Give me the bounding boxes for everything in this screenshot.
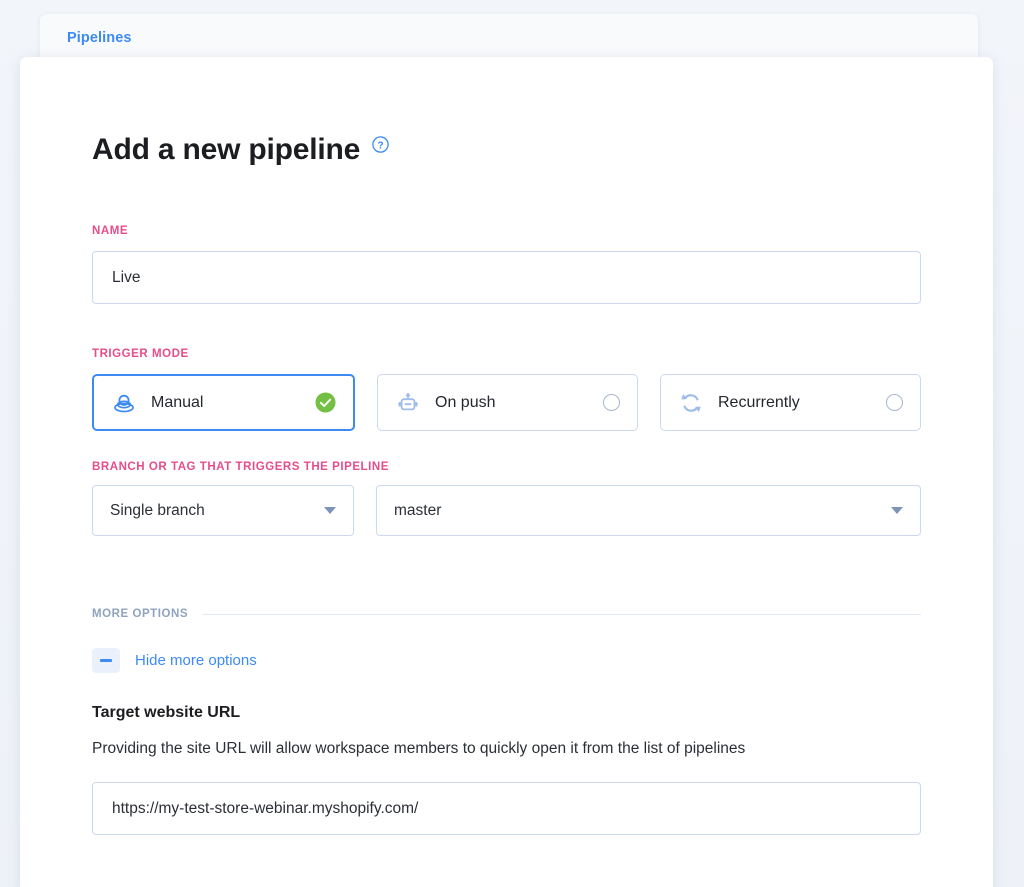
branch-field-group: BRANCH OR TAG THAT TRIGGERS THE PIPELINE…	[92, 461, 921, 536]
trigger-mode-label: TRIGGER MODE	[92, 348, 189, 360]
target-website-input[interactable]	[92, 782, 921, 836]
page-header: Add a new pipeline ?	[92, 135, 921, 165]
branch-name-select[interactable]: master	[376, 485, 921, 536]
trigger-mode-options: Manual On push Recurrently	[92, 374, 921, 431]
add-pipeline-card: Add a new pipeline ? NAME TRIGGER MODE	[20, 57, 993, 887]
target-website-group: Target website URL Providing the site UR…	[92, 704, 921, 836]
svg-text:?: ?	[378, 140, 384, 151]
more-options-divider: MORE OPTIONS	[92, 608, 921, 620]
breadcrumb-pipelines[interactable]: Pipelines	[67, 30, 132, 46]
trigger-mode-group: TRIGGER MODE Manual On push Recurrently	[92, 348, 921, 431]
trigger-option-label: Manual	[151, 393, 204, 411]
branch-scope-value: Single branch	[110, 501, 205, 519]
question-circle-icon[interactable]: ?	[372, 136, 389, 153]
trigger-option-label: On push	[435, 393, 496, 411]
target-website-heading: Target website URL	[92, 704, 241, 721]
chevron-down-icon	[324, 507, 336, 514]
radio-empty-icon[interactable]	[886, 394, 903, 411]
form-container: Add a new pipeline ? NAME TRIGGER MODE	[20, 57, 993, 887]
refresh-cycle-icon	[678, 390, 704, 416]
branch-label: BRANCH OR TAG THAT TRIGGERS THE PIPELINE	[92, 461, 389, 473]
more-options-label: MORE OPTIONS	[92, 608, 189, 620]
trigger-option-on-push[interactable]: On push	[377, 374, 638, 431]
page-title: Add a new pipeline	[92, 133, 361, 166]
name-field-group: NAME	[92, 225, 921, 304]
hide-more-options-toggle[interactable]: Hide more options	[92, 648, 921, 673]
robot-icon	[395, 390, 421, 416]
minus-icon[interactable]	[92, 648, 120, 673]
radio-empty-icon[interactable]	[603, 394, 620, 411]
trigger-option-manual[interactable]: Manual	[92, 374, 355, 431]
branch-name-value: master	[394, 501, 442, 519]
branch-scope-select[interactable]: Single branch	[92, 485, 354, 536]
chevron-down-icon	[891, 507, 903, 514]
name-label: NAME	[92, 225, 129, 237]
target-website-description: Providing the site URL will allow worksp…	[92, 740, 746, 757]
app-root: Pipelines Add a new pipeline ? NAME Live…	[0, 0, 1024, 887]
divider-line	[202, 613, 921, 615]
hide-more-options-label: Hide more options	[135, 652, 257, 669]
green-check-circle-icon	[315, 392, 336, 413]
trigger-option-label: Recurrently	[718, 393, 800, 411]
branch-selectors: Single branch master	[92, 485, 921, 536]
trigger-option-recurrently[interactable]: Recurrently	[660, 374, 921, 431]
manual-hand-press-icon	[111, 390, 137, 416]
name-input[interactable]	[92, 251, 921, 304]
